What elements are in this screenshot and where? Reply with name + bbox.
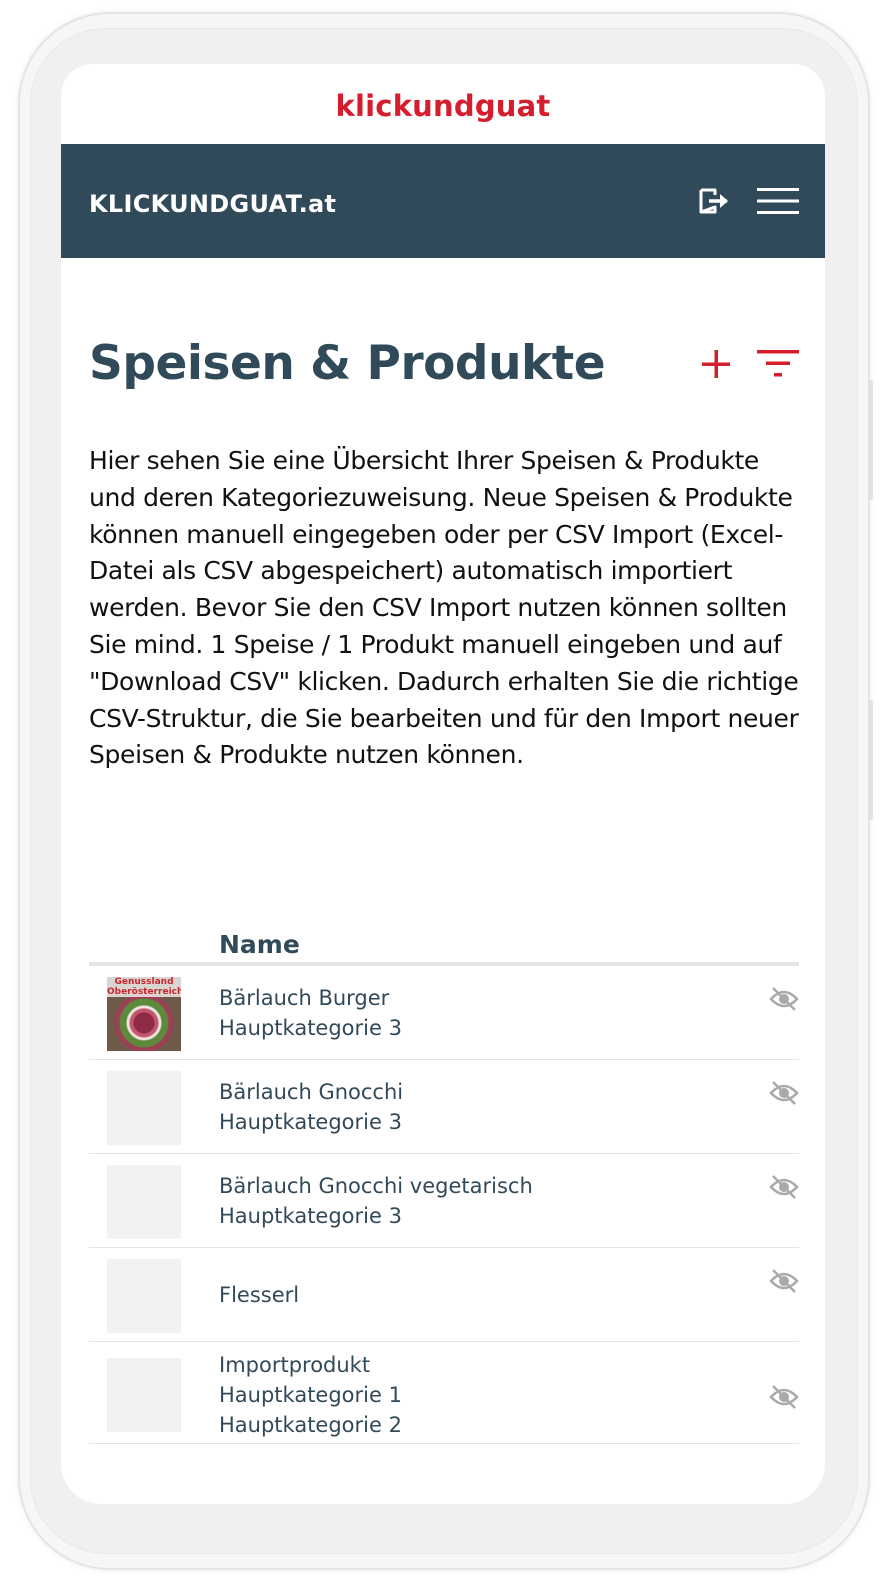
- title-row: Speisen & Produkte: [89, 336, 799, 391]
- navbar: KLICKUNDGUAT.at: [61, 144, 825, 258]
- product-thumbnail: Genussland Oberösterreich: [107, 977, 181, 1052]
- product-name[interactable]: Bärlauch Gnocchi vegetarisch: [219, 1171, 533, 1201]
- phone-side-button: [868, 380, 873, 500]
- product-name[interactable]: Bärlauch Gnocchi: [219, 1077, 403, 1107]
- product-category: Hauptkategorie 2: [219, 1413, 402, 1438]
- product-name[interactable]: Bärlauch Burger: [219, 983, 402, 1013]
- product-cell: Flesserl: [219, 1280, 299, 1310]
- hidden-eye-icon[interactable]: [769, 1174, 799, 1204]
- product-name[interactable]: Importprodukt: [219, 1350, 402, 1380]
- app-logo[interactable]: klickundguat: [336, 89, 551, 123]
- hidden-eye-icon[interactable]: [769, 1384, 799, 1414]
- brand-link[interactable]: KLICKUNDGUAT.at: [89, 190, 336, 218]
- product-cell: Bärlauch Gnocchi vegetarisch Hauptkatego…: [219, 1171, 533, 1231]
- product-category: Hauptkategorie 3: [219, 1204, 402, 1229]
- hidden-eye-icon[interactable]: [769, 986, 799, 1016]
- product-thumbnail-placeholder: [107, 1165, 181, 1240]
- product-name[interactable]: Flesserl: [219, 1280, 299, 1310]
- product-cell: Bärlauch Burger Hauptkategorie 3: [219, 983, 402, 1043]
- product-thumbnail-placeholder: [107, 1071, 181, 1146]
- table-row[interactable]: Bärlauch Gnocchi vegetarisch Hauptkatego…: [89, 1154, 799, 1249]
- product-category: Hauptkategorie 3: [219, 1016, 402, 1041]
- table-row[interactable]: Bärlauch Gnocchi Hauptkategorie 3: [89, 1060, 799, 1155]
- table-header: Name: [89, 920, 799, 967]
- add-icon[interactable]: [701, 349, 731, 379]
- intro-text: Hier sehen Sie eine Übersicht Ihrer Spei…: [89, 446, 799, 770]
- logout-icon[interactable]: [697, 186, 731, 216]
- title-actions: [701, 349, 799, 379]
- product-cell: Bärlauch Gnocchi Hauptkategorie 3: [219, 1077, 403, 1137]
- products-table: Name Genussland Oberösterreich Bärlauch …: [89, 920, 799, 1445]
- app-screen: klickundguat KLICKUNDGUAT.at Speisen & P…: [61, 64, 825, 1504]
- product-thumbnail-placeholder: [107, 1358, 181, 1433]
- main-content: Speisen & Produkte Hier sehen Sie eine Ü…: [61, 336, 825, 1445]
- page-title: Speisen & Produkte: [89, 336, 606, 391]
- product-thumbnail-placeholder: [107, 1259, 181, 1334]
- hamburger-menu-icon[interactable]: [757, 187, 799, 215]
- table-row[interactable]: Importprodukt Hauptkategorie 1 Hauptkate…: [89, 1342, 799, 1445]
- product-category: Hauptkategorie 3: [219, 1110, 402, 1135]
- phone-side-button: [868, 700, 873, 820]
- table-row[interactable]: Genussland Oberösterreich Bärlauch Burge…: [89, 966, 799, 1061]
- logo-bar: klickundguat: [61, 64, 825, 144]
- column-header-name[interactable]: Name: [219, 930, 300, 959]
- navbar-actions: [697, 186, 799, 216]
- product-cell: Importprodukt Hauptkategorie 1 Hauptkate…: [219, 1350, 402, 1440]
- thumbnail-label: Genussland Oberösterreich: [107, 977, 181, 998]
- hidden-eye-icon[interactable]: [769, 1080, 799, 1110]
- hidden-eye-icon[interactable]: [769, 1268, 799, 1298]
- product-category: Hauptkategorie 1: [219, 1383, 402, 1408]
- table-row[interactable]: Flesserl: [89, 1248, 799, 1343]
- filter-icon[interactable]: [757, 349, 799, 379]
